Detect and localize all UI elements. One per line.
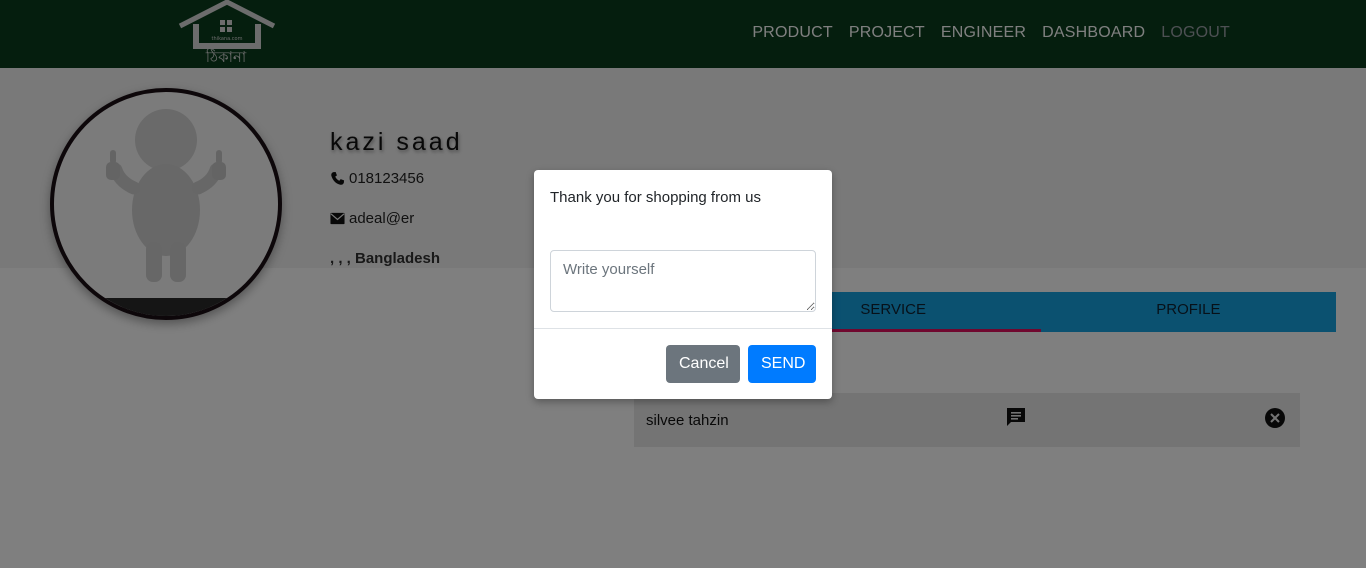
modal-message: Thank you for shopping from us [550,189,761,206]
feedback-modal: Thank you for shopping from us Cancel SE… [534,170,832,399]
modal-divider [534,328,832,329]
cancel-button[interactable]: Cancel [666,345,740,383]
send-button[interactable]: SEND [748,345,816,383]
feedback-textarea[interactable] [550,250,816,312]
